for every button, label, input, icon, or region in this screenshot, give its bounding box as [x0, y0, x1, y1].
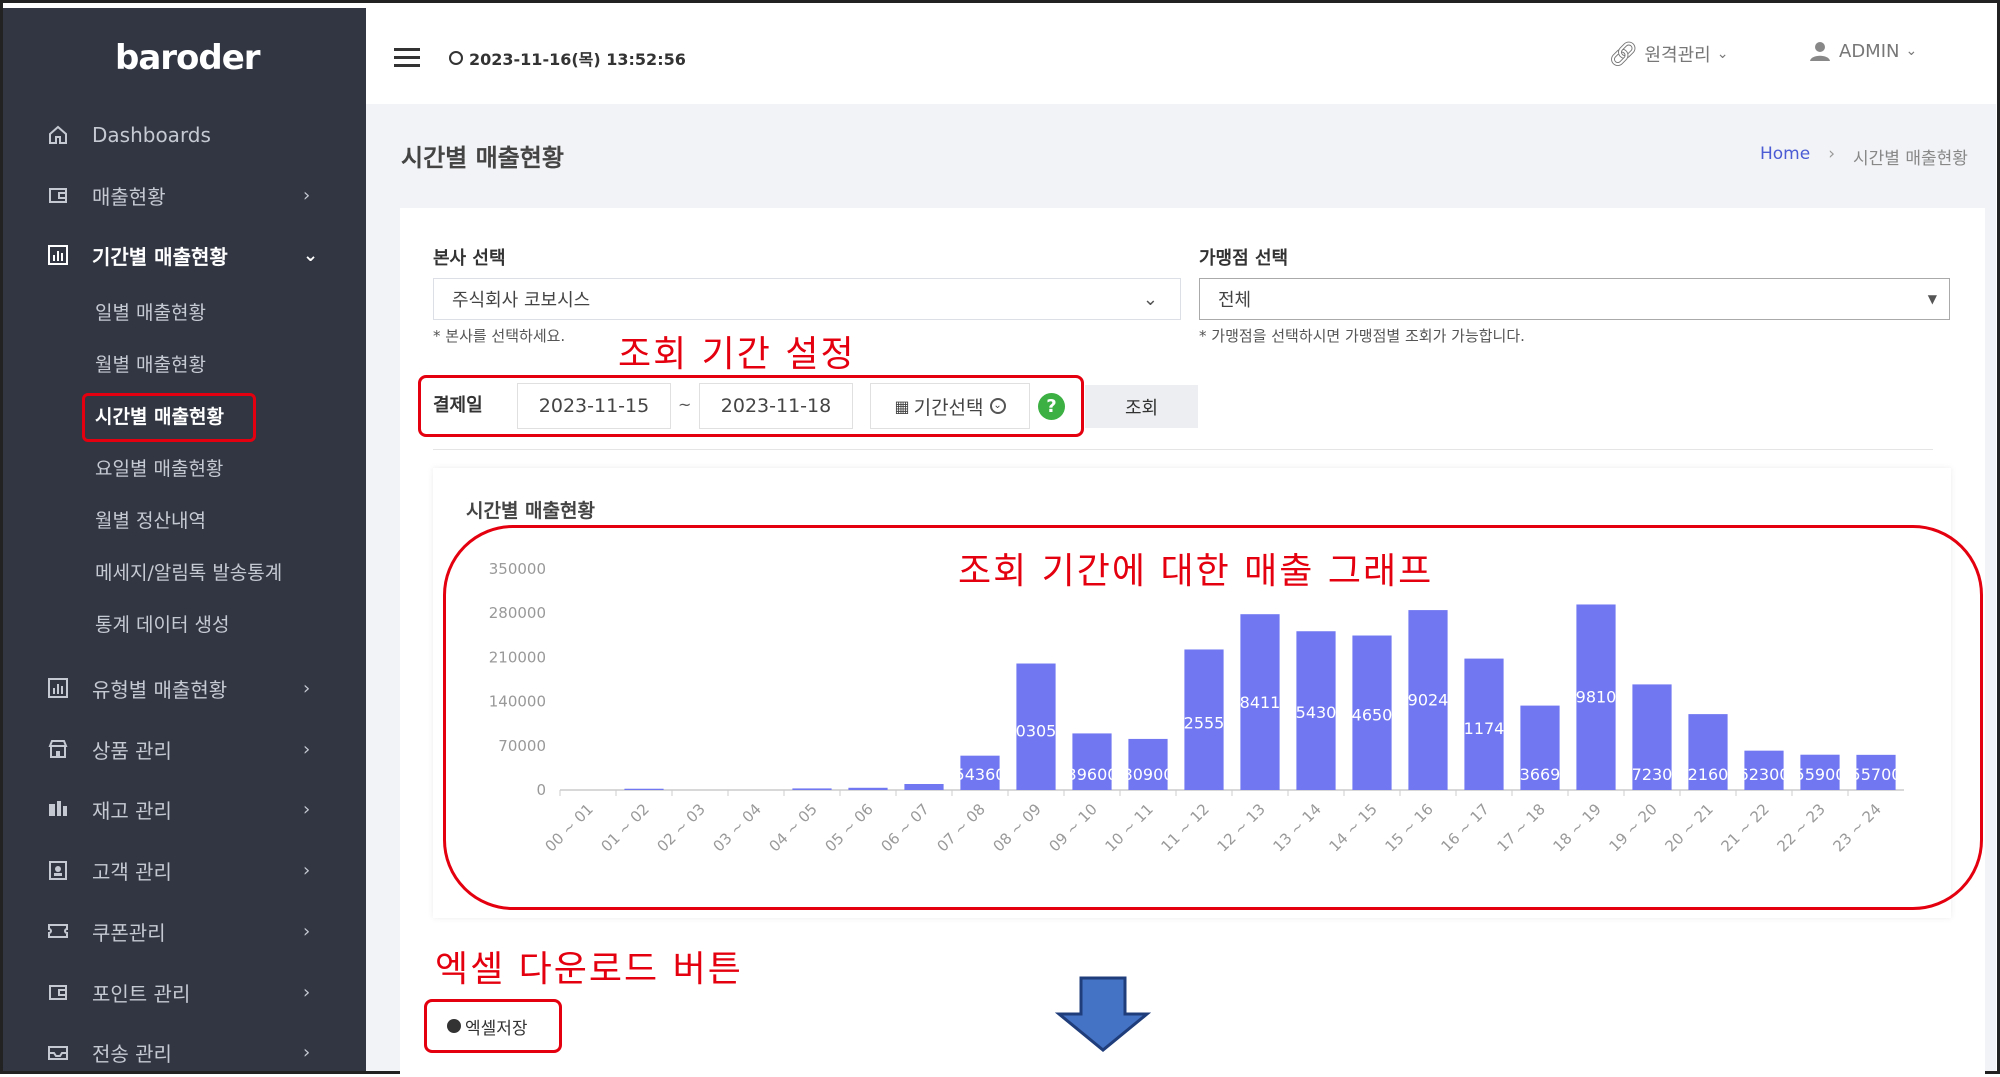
annotation-excel: 엑셀 다운로드 버튼	[435, 949, 743, 990]
highlight-box-graph	[443, 525, 1983, 910]
excel-save-label: 엑셀저장	[465, 1018, 528, 1039]
excel-save-button[interactable]: 엑셀저장	[447, 1012, 528, 1040]
download-circle-icon	[447, 1019, 461, 1033]
down-arrow-icon	[1055, 976, 1151, 1052]
